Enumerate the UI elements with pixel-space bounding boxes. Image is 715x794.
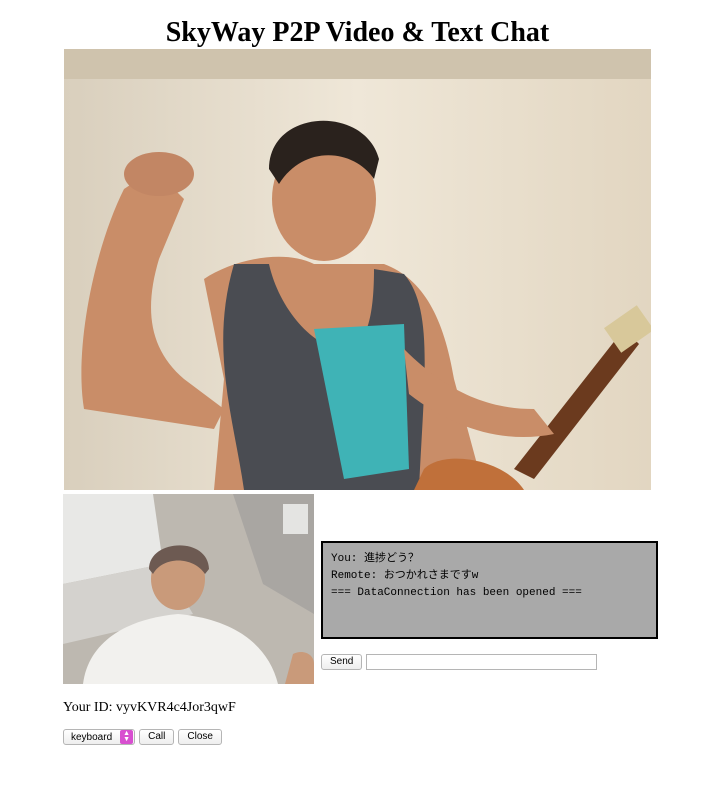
chat-message: You: 進捗どう？: [331, 553, 420, 565]
call-button[interactable]: Call: [139, 729, 175, 745]
chat-message: === DataConnection has been opened ===: [331, 587, 582, 599]
remote-video-frame: [64, 49, 651, 490]
chat-message: Remote: おつかれさまですw: [331, 570, 479, 582]
close-button[interactable]: Close: [178, 729, 222, 745]
chevron-up-down-icon: ▲ ▼: [120, 730, 134, 744]
peer-select[interactable]: keyboard ▲ ▼: [63, 729, 136, 745]
page-title: SkyWay P2P Video & Text Chat: [165, 17, 550, 48]
message-composer: Send: [321, 654, 598, 670]
send-button[interactable]: Send: [321, 654, 363, 670]
chat-log: You: 進捗どう？ Remote: おつかれさまですw === DataCon…: [321, 541, 658, 639]
remote-video: [64, 49, 651, 490]
peer-select-value: keyboard: [71, 731, 113, 743]
your-id-label: Your ID: vyvKVR4c4Jor3qwF: [63, 700, 236, 715]
local-video: [63, 494, 314, 684]
message-input[interactable]: [366, 654, 598, 670]
local-video-frame: [63, 494, 314, 684]
call-controls: keyboard ▲ ▼ Call Close: [63, 729, 222, 745]
